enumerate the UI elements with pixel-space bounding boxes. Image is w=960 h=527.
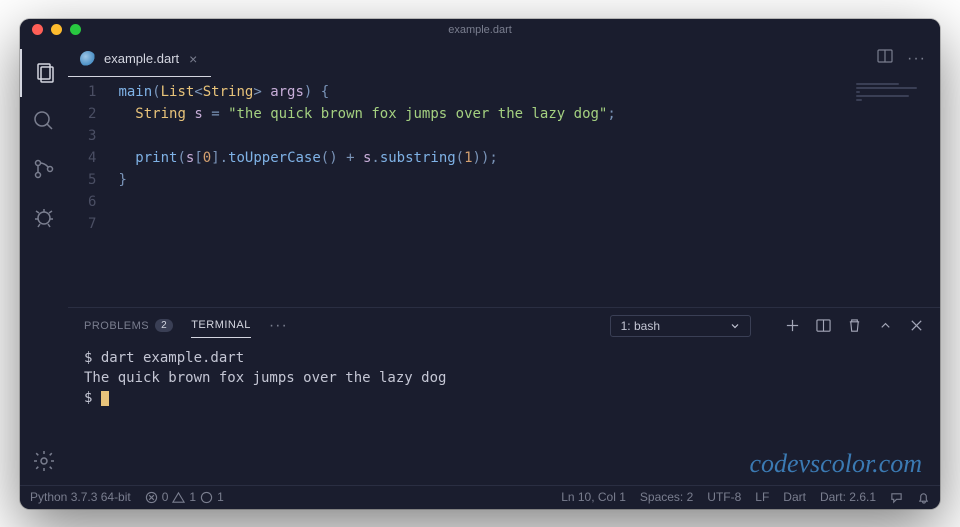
tab-problems[interactable]: PROBLEMS 2 bbox=[84, 313, 173, 338]
window-minimize-button[interactable] bbox=[51, 24, 62, 35]
error-icon bbox=[145, 491, 158, 504]
trash-icon[interactable] bbox=[847, 318, 862, 333]
chevron-up-icon[interactable] bbox=[878, 318, 893, 333]
problems-count-badge: 2 bbox=[155, 319, 173, 332]
window-close-button[interactable] bbox=[32, 24, 43, 35]
code-editor[interactable]: 1 2 3 4 5 6 7 main(List<String> args) { … bbox=[68, 77, 850, 307]
new-terminal-icon[interactable] bbox=[785, 318, 800, 333]
explorer-icon[interactable] bbox=[20, 49, 68, 97]
minimap[interactable] bbox=[850, 77, 940, 307]
tab-example-dart[interactable]: example.dart × bbox=[68, 41, 211, 77]
split-editor-icon[interactable] bbox=[877, 48, 893, 69]
terminal-cursor bbox=[101, 391, 109, 406]
more-panels-icon[interactable]: ··· bbox=[269, 317, 288, 335]
status-bell-icon[interactable] bbox=[917, 491, 930, 504]
close-panel-icon[interactable] bbox=[909, 318, 924, 333]
line-numbers: 1 2 3 4 5 6 7 bbox=[88, 81, 118, 307]
status-language[interactable]: Dart bbox=[783, 490, 806, 504]
window-maximize-button[interactable] bbox=[70, 24, 81, 35]
debug-icon[interactable] bbox=[20, 193, 68, 241]
window-title: example.dart bbox=[448, 24, 512, 36]
settings-gear-icon[interactable] bbox=[20, 437, 68, 485]
more-actions-icon[interactable]: ··· bbox=[907, 50, 926, 68]
status-python[interactable]: Python 3.7.3 64-bit bbox=[30, 490, 131, 504]
activity-bar bbox=[20, 41, 68, 485]
editor-tabs: example.dart × ··· bbox=[68, 41, 940, 77]
chevron-down-icon bbox=[730, 321, 740, 331]
bottom-panel: PROBLEMS 2 TERMINAL ··· 1: bash bbox=[68, 307, 940, 485]
status-eol[interactable]: LF bbox=[755, 490, 769, 504]
code-content: main(List<String> args) { String s = "th… bbox=[118, 81, 615, 307]
dart-file-icon bbox=[80, 51, 96, 67]
status-diagnostics[interactable]: 0 1 1 bbox=[145, 490, 224, 504]
close-icon[interactable]: × bbox=[187, 49, 199, 69]
status-bar: Python 3.7.3 64-bit 0 1 1 Ln 10, Col 1 S… bbox=[20, 485, 940, 509]
split-terminal-icon[interactable] bbox=[816, 318, 831, 333]
terminal-output[interactable]: $ dart example.dart The quick brown fox … bbox=[68, 344, 940, 485]
search-icon[interactable] bbox=[20, 97, 68, 145]
info-icon bbox=[200, 491, 213, 504]
tab-label: example.dart bbox=[104, 51, 179, 66]
status-dart-version[interactable]: Dart: 2.6.1 bbox=[820, 490, 876, 504]
tab-terminal[interactable]: TERMINAL bbox=[191, 313, 251, 338]
status-feedback-icon[interactable] bbox=[890, 491, 903, 504]
status-cursor-position[interactable]: Ln 10, Col 1 bbox=[561, 490, 626, 504]
status-indentation[interactable]: Spaces: 2 bbox=[640, 490, 693, 504]
titlebar: example.dart bbox=[20, 19, 940, 41]
source-control-icon[interactable] bbox=[20, 145, 68, 193]
status-encoding[interactable]: UTF-8 bbox=[707, 490, 741, 504]
terminal-selector[interactable]: 1: bash bbox=[610, 315, 751, 337]
warning-icon bbox=[172, 491, 185, 504]
